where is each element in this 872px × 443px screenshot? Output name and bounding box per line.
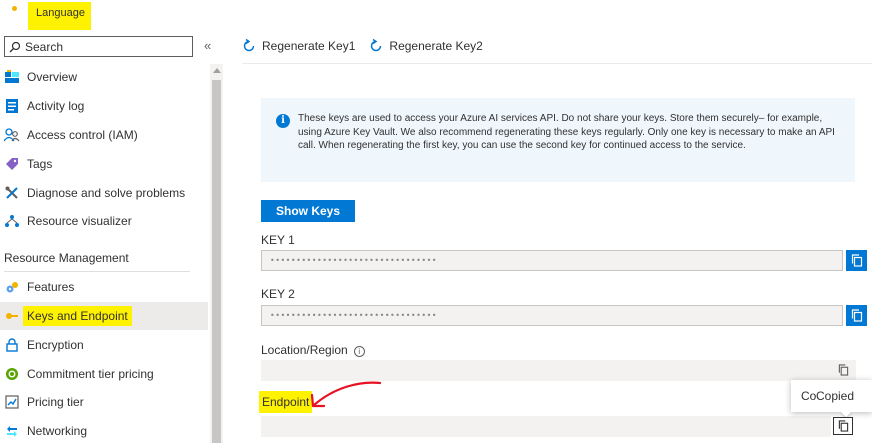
copy-key2-button[interactable] xyxy=(846,305,867,326)
sidebar-item-label: Commitment tier pricing xyxy=(27,367,154,381)
info-banner: i These keys are used to access your Azu… xyxy=(261,98,855,182)
sidebar-item-access-control[interactable]: Access control (IAM) xyxy=(0,121,208,149)
network-icon xyxy=(4,423,20,439)
location-label-row: Location/Region i xyxy=(261,343,365,357)
sidebar-item-label: Diagnose and solve problems xyxy=(27,186,186,200)
sidebar-item-label: Features xyxy=(27,280,75,294)
sidebar-scrollbar[interactable] xyxy=(210,64,223,443)
resource-title: Language xyxy=(28,2,91,30)
sidebar-item-networking[interactable]: Networking xyxy=(0,417,208,443)
location-label: Location/Region xyxy=(261,343,348,357)
copy-icon xyxy=(851,254,862,267)
wrench-icon xyxy=(4,185,20,201)
resource-status-dot xyxy=(12,6,17,11)
key1-field xyxy=(261,250,843,271)
sidebar-item-features[interactable]: Features xyxy=(0,273,208,301)
sidebar-item-label: Encryption xyxy=(27,338,84,352)
collapse-sidebar-icon[interactable]: « xyxy=(204,38,211,53)
sidebar-item-diagnose[interactable]: Diagnose and solve problems xyxy=(0,179,208,207)
regenerate-key1-label: Regenerate Key1 xyxy=(262,39,356,53)
section-header-resource-management: Resource Management xyxy=(4,251,129,265)
tooltip-text: Copied xyxy=(816,389,855,403)
info-icon[interactable]: i xyxy=(353,346,365,357)
pricing-icon xyxy=(4,394,20,410)
key2-input[interactable] xyxy=(262,306,842,325)
sidebar-item-commitment-tier-pricing[interactable]: Commitment tier pricing xyxy=(0,360,208,388)
sidebar-item-activity-log[interactable]: Activity log xyxy=(0,92,208,120)
key1-label: KEY 1 xyxy=(261,233,295,247)
info-icon: i xyxy=(276,114,290,128)
refresh-icon xyxy=(371,39,382,52)
sidebar-item-label: Tags xyxy=(27,157,53,171)
tooltip-underlying-text: Co xyxy=(801,389,817,403)
sidebar-item-label: Keys and Endpoint xyxy=(23,306,132,326)
copy-icon xyxy=(838,420,848,432)
people-icon xyxy=(4,127,20,143)
sidebar-item-pricing-tier[interactable]: Pricing tier xyxy=(0,388,208,416)
sidebar-item-keys-and-endpoint[interactable]: Keys and Endpoint xyxy=(0,302,208,330)
search-icon xyxy=(9,41,21,52)
info-text: These keys are used to access your Azure… xyxy=(298,113,835,151)
sidebar-item-label: Overview xyxy=(27,70,78,84)
overview-icon xyxy=(4,69,20,85)
sidebar-item-label: Resource visualizer xyxy=(27,214,132,228)
features-icon xyxy=(4,279,20,295)
endpoint-field[interactable] xyxy=(261,416,831,437)
sidebar-item-label: Activity log xyxy=(27,99,85,113)
scroll-up-icon[interactable] xyxy=(213,68,221,73)
scrollbar-thumb[interactable] xyxy=(212,80,221,443)
key2-label: KEY 2 xyxy=(261,287,295,301)
regenerate-key1-button[interactable]: Regenerate Key1 xyxy=(242,39,355,53)
sidebar-item-label: Pricing tier xyxy=(27,395,84,409)
regenerate-key2-button[interactable]: Regenerate Key2 xyxy=(369,39,483,53)
hierarchy-icon xyxy=(4,213,20,229)
toolbar-divider xyxy=(242,63,872,64)
copy-icon xyxy=(851,309,862,322)
key-icon xyxy=(4,308,20,324)
copy-icon xyxy=(838,364,848,376)
search-input[interactable] xyxy=(25,39,175,54)
sidebar-item-overview[interactable]: Overview xyxy=(0,63,208,91)
search-box[interactable] xyxy=(4,36,193,57)
sidebar-item-resource-visualizer[interactable]: Resource visualizer xyxy=(0,207,208,235)
annotation-arrow-icon xyxy=(310,381,382,408)
copied-tooltip: Co Copied xyxy=(791,380,872,412)
activity-log-icon xyxy=(4,98,20,114)
sidebar-item-tags[interactable]: Tags xyxy=(0,150,208,178)
section-divider xyxy=(4,271,190,272)
key1-input[interactable] xyxy=(262,251,842,270)
regenerate-key2-label: Regenerate Key2 xyxy=(389,39,483,53)
copy-location-button[interactable] xyxy=(835,362,851,378)
sidebar-item-label: Networking xyxy=(27,424,88,438)
tag-icon xyxy=(4,156,20,172)
show-keys-button[interactable]: Show Keys xyxy=(261,200,355,222)
sidebar-item-encryption[interactable]: Encryption xyxy=(0,331,208,359)
key2-field xyxy=(261,305,843,326)
copy-key1-button[interactable] xyxy=(846,250,867,271)
refresh-icon xyxy=(243,39,255,52)
commitment-icon xyxy=(4,366,20,382)
copy-endpoint-button[interactable] xyxy=(833,417,853,435)
command-bar: Regenerate Key1 Regenerate Key2 xyxy=(242,34,497,58)
sidebar-item-label: Access control (IAM) xyxy=(27,128,138,142)
lock-icon xyxy=(4,337,20,353)
